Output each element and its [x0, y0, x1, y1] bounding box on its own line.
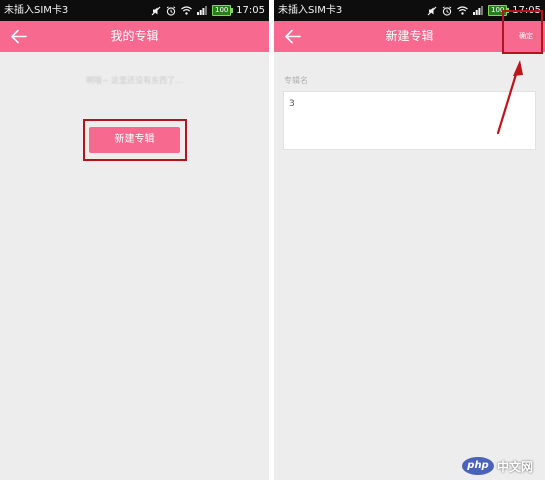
empty-state-hint: 啊哦~ 这里还没有东西了…: [85, 76, 184, 85]
new-album-button[interactable]: 新建专辑: [89, 127, 180, 153]
status-time: 17:05: [236, 5, 265, 16]
page-title: 新建专辑: [385, 29, 434, 43]
wifi-icon: [181, 6, 193, 15]
page-title: 我的专辑: [110, 29, 159, 43]
status-bar: 未插入SIM卡3 100 17:05: [0, 0, 269, 21]
app-bar: 我的专辑: [0, 21, 269, 52]
alarm-icon: [442, 5, 452, 16]
back-arrow-icon[interactable]: [10, 28, 28, 45]
my-albums-screen: 未插入SIM卡3 100 17:05 我的专辑 啊哦~ 这里还没有东西了… 新建…: [0, 0, 269, 480]
alarm-icon: [166, 5, 176, 16]
mute-icon: [151, 6, 161, 15]
status-time: 17:05: [512, 5, 541, 16]
carrier-label: 未插入SIM卡3: [4, 5, 69, 16]
page: 未插入SIM卡3 100 17:05 我的专辑 啊哦~ 这里还没有东西了… 新建…: [0, 0, 545, 480]
site-watermark: php 中文网: [462, 457, 533, 475]
confirm-button[interactable]: 确定: [513, 28, 539, 44]
carrier-label: 未插入SIM卡3: [278, 5, 343, 16]
watermark-badge: php: [462, 457, 494, 475]
status-bar: 未插入SIM卡3 100 17:05: [274, 0, 545, 21]
signal-icon: [197, 6, 208, 15]
mute-icon: [427, 6, 437, 15]
album-name-input[interactable]: 3: [283, 91, 536, 150]
signal-icon: [473, 6, 484, 15]
status-icons: 100 17:05: [151, 0, 265, 21]
app-bar: 新建专辑 确定: [274, 21, 545, 52]
new-album-screen: 未插入SIM卡3 100 17:05 新建专辑 确定 专辑名 3: [274, 0, 545, 480]
album-name-label: 专辑名: [284, 76, 308, 85]
watermark-text: 中文网: [497, 459, 534, 474]
status-icons: 100 17:05: [427, 0, 541, 21]
wifi-icon: [457, 6, 469, 15]
back-arrow-icon[interactable]: [284, 28, 302, 45]
battery-icon: 100: [212, 5, 234, 16]
battery-icon: 100: [488, 5, 510, 16]
